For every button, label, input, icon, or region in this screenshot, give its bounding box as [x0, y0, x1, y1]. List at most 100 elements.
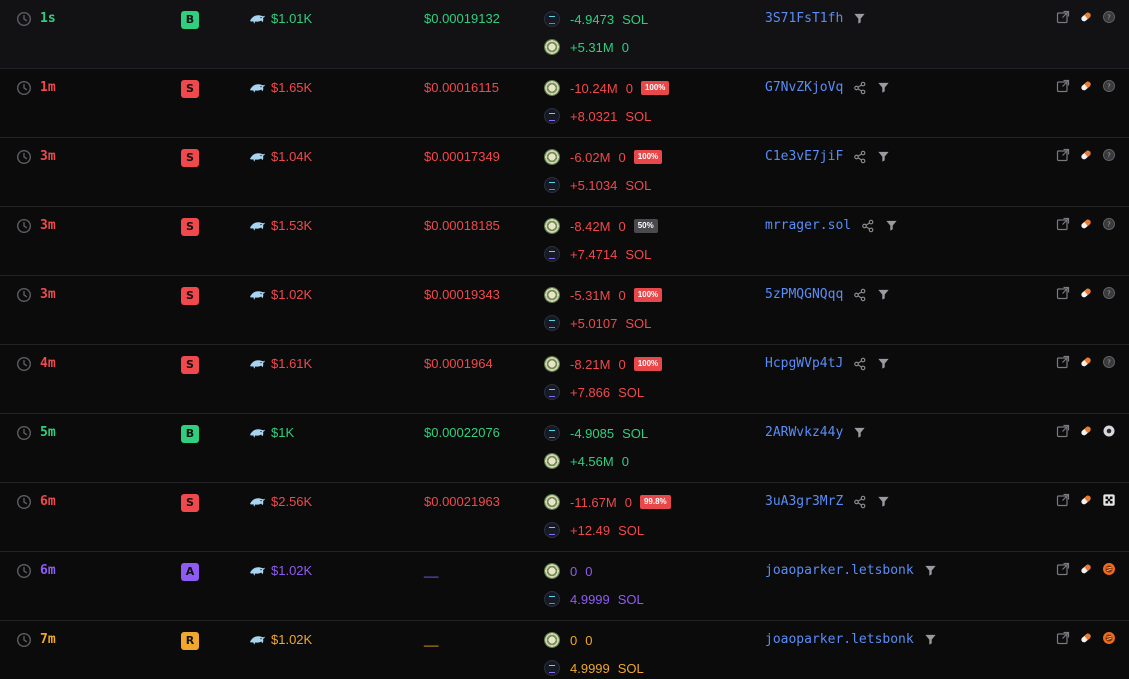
- clock-icon: [16, 563, 32, 579]
- pill-icon[interactable]: [1079, 493, 1093, 507]
- token-price: $0.00018185: [424, 218, 500, 233]
- token-amount: 0: [570, 632, 578, 648]
- status-icon[interactable]: ?: [1102, 79, 1116, 93]
- usd-value: $1.61K: [271, 356, 313, 371]
- token-unit: SOL: [625, 108, 652, 124]
- filter-icon[interactable]: [853, 13, 866, 25]
- status-icon[interactable]: [1102, 424, 1116, 438]
- usd-value: $2.56K: [271, 494, 313, 509]
- pill-icon[interactable]: [1079, 286, 1093, 300]
- status-icon[interactable]: [1102, 493, 1116, 507]
- pill-icon[interactable]: [1079, 79, 1093, 93]
- token-price: $0.00021963: [424, 494, 500, 509]
- solana-token-icon: [544, 108, 560, 124]
- pill-icon[interactable]: [1079, 10, 1093, 24]
- status-icon[interactable]: ?: [1102, 286, 1116, 300]
- share-icon[interactable]: [853, 288, 867, 302]
- status-icon[interactable]: [1102, 562, 1116, 576]
- filter-icon[interactable]: [924, 565, 937, 577]
- table-row[interactable]: 1s B $1.01K $0.00019132 -4.9473 SOL +5.31M 0 3S7…: [0, 0, 1129, 69]
- table-row[interactable]: 5m B $1K $0.00022076 -4.9085 SOL +4.56M 0 2ARWvk…: [0, 414, 1129, 483]
- token-price: $0.00019343: [424, 287, 500, 302]
- token-coin-icon: [544, 356, 560, 372]
- token-coin-icon: [544, 453, 560, 469]
- table-row[interactable]: 3m S $1.53K $0.00018185 -8.42M 0 50% +7.4714 SOL…: [0, 207, 1129, 276]
- external-link-icon[interactable]: [1056, 424, 1070, 438]
- table-row[interactable]: 3m S $1.02K $0.00019343 -5.31M 0 100% +5.0107 SO…: [0, 276, 1129, 345]
- maker-address-link[interactable]: joaoparker.letsbonk: [765, 632, 914, 647]
- token-amount: -11.67M: [570, 494, 617, 510]
- filter-icon[interactable]: [877, 289, 890, 301]
- filter-icon[interactable]: [877, 82, 890, 94]
- share-icon[interactable]: [853, 495, 867, 509]
- status-icon[interactable]: ?: [1102, 355, 1116, 369]
- maker-address-link[interactable]: 5zPMQGNQqq: [765, 287, 843, 302]
- token-price: __: [424, 563, 439, 578]
- table-row[interactable]: 1m S $1.65K $0.00016115 -10.24M 0 100% +8.0321 S…: [0, 69, 1129, 138]
- filter-icon[interactable]: [885, 220, 898, 232]
- filter-icon[interactable]: [853, 427, 866, 439]
- external-link-icon[interactable]: [1056, 10, 1070, 24]
- external-link-icon[interactable]: [1056, 79, 1070, 93]
- token-amount: -5.31M: [570, 287, 611, 303]
- table-row[interactable]: 6m S $2.56K $0.00021963 -11.67M 0 99.8% +12.49 S…: [0, 483, 1129, 552]
- amount-out-line: -8.21M 0 100%: [544, 355, 663, 373]
- status-icon[interactable]: ?: [1102, 148, 1116, 162]
- external-link-icon[interactable]: [1056, 286, 1070, 300]
- share-icon[interactable]: [853, 81, 867, 95]
- pill-icon[interactable]: [1079, 424, 1093, 438]
- maker-address-link[interactable]: 3S71FsT1fh: [765, 11, 843, 26]
- amount-out-line: -6.02M 0 100%: [544, 148, 663, 166]
- amount-in-line: +7.4714 SOL: [544, 245, 651, 263]
- share-icon[interactable]: [853, 357, 867, 371]
- token-coin-icon: [544, 563, 560, 579]
- status-icon[interactable]: ?: [1102, 10, 1116, 24]
- dolphin-icon: [250, 567, 265, 576]
- maker-address-link[interactable]: 3uA3gr3MrZ: [765, 494, 843, 509]
- dolphin-icon: [250, 222, 265, 231]
- pill-icon[interactable]: [1079, 631, 1093, 645]
- pill-icon[interactable]: [1079, 562, 1093, 576]
- table-row[interactable]: 6m A $1.02K __ 0 0 4.9999 SOL joaoparker.letsbon…: [0, 552, 1129, 621]
- token-unit: SOL: [622, 11, 649, 27]
- pill-icon[interactable]: [1079, 217, 1093, 231]
- pill-icon[interactable]: [1079, 355, 1093, 369]
- maker-address-link[interactable]: 2ARWvkz44y: [765, 425, 843, 440]
- external-link-icon[interactable]: [1056, 148, 1070, 162]
- filter-icon[interactable]: [924, 634, 937, 646]
- external-link-icon[interactable]: [1056, 217, 1070, 231]
- amount-out-line: 00: [544, 562, 592, 580]
- table-row[interactable]: 4m S $1.61K $0.0001964 -8.21M 0 100% +7.866 SOL H…: [0, 345, 1129, 414]
- filter-icon[interactable]: [877, 151, 890, 163]
- maker-address-link[interactable]: mrrager.sol: [765, 218, 851, 233]
- filter-icon[interactable]: [877, 358, 890, 370]
- dolphin-icon: [250, 360, 265, 369]
- share-icon[interactable]: [853, 150, 867, 164]
- share-icon[interactable]: [861, 219, 875, 233]
- external-link-icon[interactable]: [1056, 493, 1070, 507]
- table-row[interactable]: 7m R $1.02K __ 0 0 4.9999 SOL joaoparker.letsbon…: [0, 621, 1129, 679]
- token-amount: -4.9473: [570, 11, 615, 27]
- usd-value: $1.01K: [271, 11, 313, 26]
- sell-percentage-badge: 100%: [640, 81, 670, 95]
- external-link-icon[interactable]: [1056, 631, 1070, 645]
- maker-address-link[interactable]: HcpgWVp4tJ: [765, 356, 843, 371]
- maker-address-link[interactable]: G7NvZKjoVq: [765, 80, 843, 95]
- external-link-icon[interactable]: [1056, 562, 1070, 576]
- status-icon[interactable]: [1102, 631, 1116, 645]
- external-link-icon[interactable]: [1056, 355, 1070, 369]
- filter-icon[interactable]: [877, 496, 890, 508]
- token-unit: 0: [585, 563, 593, 579]
- dolphin-icon: [250, 153, 265, 162]
- sell-percentage-badge: 99.8%: [639, 495, 671, 509]
- maker-cell: HcpgWVp4tJ: [765, 356, 890, 371]
- status-icon[interactable]: ?: [1102, 217, 1116, 231]
- sell-percentage-badge: 100%: [633, 150, 663, 164]
- token-amount: +5.1034: [570, 177, 618, 193]
- table-row[interactable]: 3m S $1.04K $0.00017349 -6.02M 0 100% +5.1034 SO…: [0, 138, 1129, 207]
- maker-address-link[interactable]: C1e3vE7jiF: [765, 149, 843, 164]
- maker-address-link[interactable]: joaoparker.letsbonk: [765, 563, 914, 578]
- pill-icon[interactable]: [1079, 148, 1093, 162]
- usd-value: $1.53K: [271, 218, 313, 233]
- token-amount: +5.0107: [570, 315, 618, 331]
